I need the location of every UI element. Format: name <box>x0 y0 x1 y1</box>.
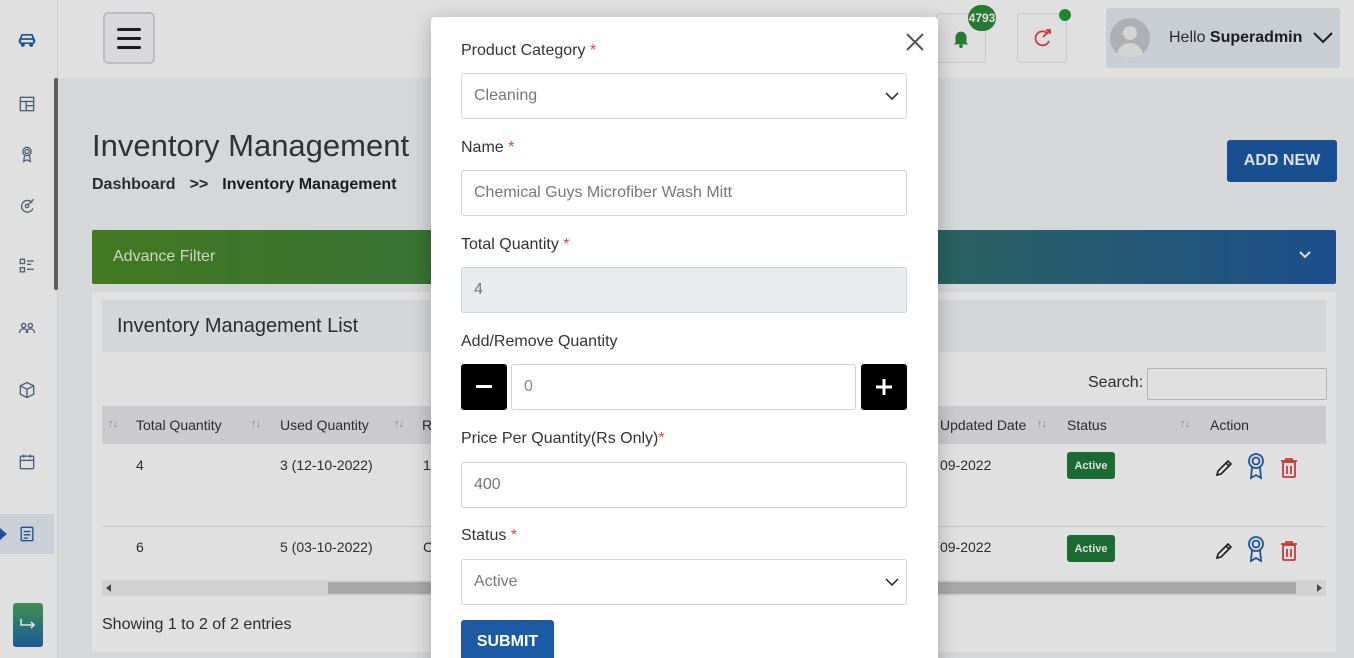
add-remove-quantity-label: Add/Remove Quantity <box>461 333 618 350</box>
total-quantity-value: 4 <box>474 281 483 298</box>
total-quantity-field: 4 <box>461 267 907 313</box>
quantity-stepper-input[interactable]: 0 <box>511 364 856 410</box>
price-value: 400 <box>474 476 501 493</box>
price-field[interactable]: 400 <box>461 462 907 508</box>
name-label: Name * <box>461 139 515 156</box>
product-category-select[interactable]: Cleaning <box>461 73 907 119</box>
name-value: Chemical Guys Microfiber Wash Mitt <box>474 184 733 201</box>
chevron-down-icon <box>885 92 899 101</box>
category-value: Cleaning <box>474 87 538 104</box>
minus-icon <box>476 385 492 388</box>
total-quantity-label: Total Quantity * <box>461 236 570 253</box>
decrease-quantity-button[interactable] <box>461 364 507 410</box>
increase-quantity-button[interactable] <box>861 364 907 410</box>
submit-button[interactable]: SUBMIT <box>461 620 554 658</box>
quantity-value: 0 <box>524 378 533 395</box>
plus-icon <box>876 379 892 395</box>
status-value: Active <box>474 573 518 590</box>
category-label: Product Category * <box>461 42 597 59</box>
name-field[interactable]: Chemical Guys Microfiber Wash Mitt <box>461 170 907 216</box>
close-button[interactable] <box>901 28 929 56</box>
close-icon <box>906 33 924 51</box>
chevron-down-icon <box>885 578 899 587</box>
status-select[interactable]: Active <box>461 559 907 605</box>
price-label: Price Per Quantity(Rs Only)* <box>461 430 665 447</box>
status-label: Status * <box>461 527 518 544</box>
edit-inventory-modal: Product Category * Cleaning Name * Chemi… <box>431 17 938 658</box>
